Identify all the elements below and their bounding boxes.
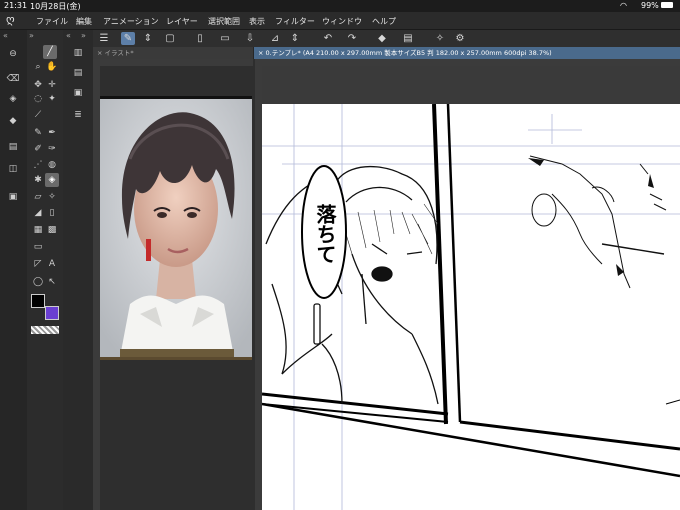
- import-icon[interactable]: ⊿: [268, 32, 282, 45]
- zoom-icon[interactable]: ⊖: [6, 47, 20, 61]
- layer-stack-icon[interactable]: ▤: [6, 140, 20, 154]
- menu-bar: ღ ファイル 編集 アニメーション レイヤー 選択範囲 表示 フィルター ウィン…: [0, 12, 680, 30]
- main-color-swatch[interactable]: [31, 294, 45, 308]
- ink-tool-icon[interactable]: ✑: [45, 142, 59, 156]
- hand-tool-icon[interactable]: ✋: [45, 60, 59, 74]
- sub-tool-rail: « » ▥ ▤ ▣ ≣: [63, 30, 94, 510]
- eraser-icon[interactable]: ⌫: [6, 72, 20, 86]
- settings-icon[interactable]: ⚙: [453, 32, 467, 45]
- layer-property-icon[interactable]: ▣: [71, 86, 85, 100]
- text-tool-icon[interactable]: A: [45, 257, 59, 271]
- menu-filter[interactable]: フィルター: [275, 16, 315, 27]
- eraser-tool-icon[interactable]: ▱: [31, 190, 45, 204]
- status-bar: 21:31 10月28日(金) ◠ 99%: [0, 0, 680, 12]
- menu-help[interactable]: ヘルプ: [372, 16, 396, 27]
- chevron-right-icon[interactable]: »: [29, 31, 34, 40]
- lasso-tool-icon[interactable]: ◌: [31, 92, 45, 106]
- magnifier-tool-icon[interactable]: ⌕: [31, 60, 45, 74]
- marker-tool-icon[interactable]: ✒: [45, 126, 59, 140]
- layers-icon[interactable]: ◫: [6, 162, 20, 176]
- up-down-icon-2[interactable]: ⇕: [288, 32, 302, 45]
- tab-template[interactable]: × 0.テンプレ* (A4 210.00 x 297.00mm 製本サイズB5 …: [254, 47, 680, 59]
- figure-tool-icon[interactable]: ▭: [31, 240, 45, 254]
- save-icon[interactable]: ⇩: [243, 32, 257, 45]
- menu-selection[interactable]: 選択範囲: [208, 16, 240, 27]
- pencil-tool-icon[interactable]: ✎: [31, 126, 45, 140]
- gradient-tool-icon[interactable]: ▦: [31, 223, 45, 237]
- tool-palette: » ╱ ⌕ ✥ ◌ ⟋ ✎ ✐ ⋰ ✱ ▱ ◢ ▦ ▭ ◸ ◯ ✋ ✛ ✦ ✒ …: [27, 30, 64, 510]
- sub-color-swatch[interactable]: [45, 306, 59, 320]
- fill-bucket-icon[interactable]: ◆: [375, 32, 389, 45]
- blur-tool-icon[interactable]: ◈: [45, 173, 59, 187]
- vertical-ruler: [93, 66, 100, 510]
- open-folder-icon[interactable]: ▭: [218, 32, 232, 45]
- blend-tool-icon[interactable]: ◍: [45, 158, 59, 172]
- fill-tool-icon[interactable]: ◢: [31, 206, 45, 220]
- menu-file[interactable]: ファイル: [36, 16, 68, 27]
- reference-portrait: [100, 96, 252, 360]
- manga-page[interactable]: 落ちて: [262, 104, 680, 510]
- edit-pen-icon[interactable]: ✎: [121, 32, 135, 45]
- tab-label: イラスト*: [104, 49, 134, 57]
- chevron-left-icon[interactable]: «: [3, 31, 8, 40]
- new-file-icon[interactable]: ▯: [193, 32, 207, 45]
- navigator-icon[interactable]: ▥: [71, 46, 85, 60]
- status-time: 21:31: [4, 1, 28, 10]
- chevron-right-icon[interactable]: »: [81, 31, 86, 40]
- tab-illustration[interactable]: × イラスト*: [93, 47, 253, 59]
- menu-animation[interactable]: アニメーション: [103, 16, 159, 27]
- tab-label: 0.テンプレ* (A4 210.00 x 297.00mm 製本サイズB5 判 …: [265, 49, 552, 57]
- correction-tool-icon[interactable]: ✧: [45, 190, 59, 204]
- app-logo-icon[interactable]: ღ: [6, 13, 15, 26]
- menu-layer[interactable]: レイヤー: [166, 16, 198, 27]
- tab-close-icon[interactable]: ×: [258, 49, 266, 57]
- balloon-tool-icon[interactable]: ◯: [31, 275, 45, 289]
- wifi-icon: ◠: [620, 1, 627, 10]
- command-bar: ☰ ✎ ⇕ ▢ ▯ ▭ ⇩ ⊿ ⇕ ↶ ↷ ◆ ▤ ✧ ⚙: [93, 30, 680, 48]
- menu-icon[interactable]: ☰: [97, 32, 111, 45]
- frame-tool-icon[interactable]: ◸: [31, 257, 45, 271]
- operation-tool-icon[interactable]: ↖: [45, 275, 59, 289]
- bucket-icon[interactable]: ◆: [6, 114, 20, 128]
- horizontal-ruler: [93, 59, 253, 66]
- eyedropper-tool-icon[interactable]: ⟋: [31, 108, 45, 122]
- up-down-icon[interactable]: ⇕: [141, 32, 155, 45]
- airbrush-tool-icon[interactable]: ⋰: [31, 158, 45, 172]
- undo-icon[interactable]: ↶: [321, 32, 335, 45]
- page-icon[interactable]: ▤: [401, 32, 415, 45]
- chevron-left-icon[interactable]: «: [66, 31, 71, 40]
- menu-window[interactable]: ウィンドウ: [322, 16, 362, 27]
- menu-edit[interactable]: 編集: [76, 16, 92, 27]
- tab-strip: × イラスト* × 0.テンプレ* (A4 210.00 x 297.00mm …: [93, 47, 680, 59]
- ruler-tool-icon[interactable]: ▯: [45, 206, 59, 220]
- transparent-color-swatch[interactable]: [31, 326, 59, 334]
- canvas-icon[interactable]: ▢: [163, 32, 177, 45]
- select-tool-icon[interactable]: ✦: [45, 92, 59, 106]
- vertical-ruler-2: [255, 66, 262, 510]
- battery-percent: 99%: [641, 1, 659, 10]
- left-rail: « ⊖ ⌫ ◈ ◆ ▤ ◫ ▣: [0, 30, 28, 510]
- battery-icon: [661, 2, 673, 8]
- menu-view[interactable]: 表示: [249, 16, 265, 27]
- fill-icon[interactable]: ◈: [6, 92, 20, 106]
- brush-tool-icon[interactable]: ✐: [31, 142, 45, 156]
- tab-close-icon[interactable]: ×: [97, 49, 105, 57]
- grid-tool-icon[interactable]: ▩: [45, 223, 59, 237]
- material-icon[interactable]: ▣: [6, 190, 20, 204]
- pen-tool-icon[interactable]: ╱: [43, 45, 57, 59]
- sub-view-icon[interactable]: ▤: [71, 66, 85, 80]
- history-icon[interactable]: ≣: [71, 108, 85, 122]
- status-date: 10月28日(金): [30, 2, 81, 11]
- horizontal-ruler-2: [255, 59, 680, 66]
- quick-access-icon[interactable]: ✧: [433, 32, 447, 45]
- decoration-tool-icon[interactable]: ✱: [31, 173, 45, 187]
- redo-icon[interactable]: ↷: [345, 32, 359, 45]
- rotate-tool-icon[interactable]: ✛: [45, 78, 59, 92]
- speech-bubble-text: 落ちて: [313, 204, 337, 264]
- move-tool-icon[interactable]: ✥: [31, 78, 45, 92]
